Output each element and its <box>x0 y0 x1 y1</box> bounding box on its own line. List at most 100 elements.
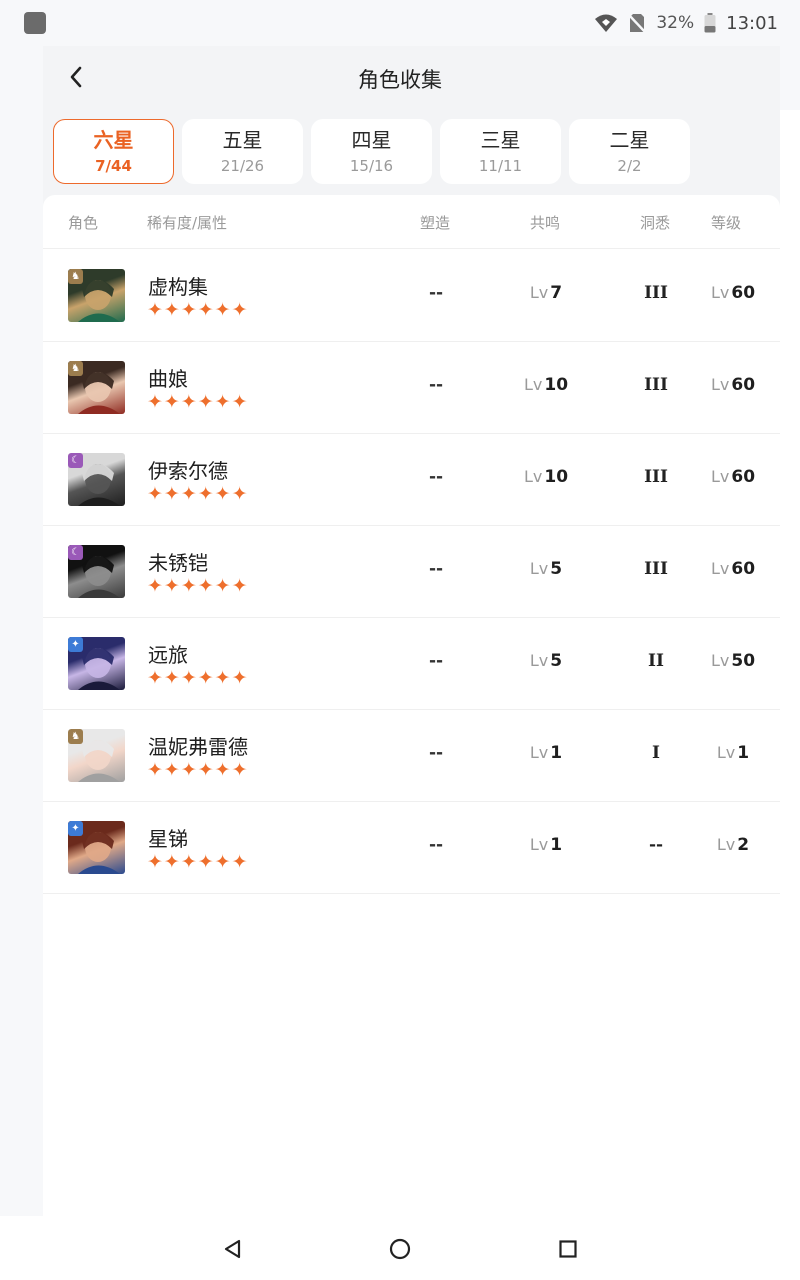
tab-five-star[interactable]: 五星 21/26 <box>182 119 303 184</box>
character-level: 2 <box>737 835 750 855</box>
status-bar: 32% 13:01 <box>0 0 800 46</box>
header-role: 角色 <box>68 214 99 232</box>
character-name: 伊索尔德 <box>148 459 228 483</box>
level-value: Lv 2 <box>693 835 773 855</box>
table-row[interactable]: ♞ 虚构集 ✦✦✦✦✦✦ -- Lv 7 III Lv 60 <box>43 250 780 342</box>
beast-icon: ♞ <box>68 269 83 284</box>
tab-label: 三星 <box>480 128 521 152</box>
table-row[interactable]: ♞ 温妮弗雷德 ✦✦✦✦✦✦ -- Lv 1 I Lv 1 <box>43 710 780 802</box>
level-value: Lv 60 <box>693 467 773 487</box>
resonance-value: Lv 7 <box>506 283 586 303</box>
resonance-level: 10 <box>544 375 569 395</box>
tab-count: 21/26 <box>220 157 265 175</box>
lv-prefix: Lv <box>523 467 543 486</box>
main-content: 角色收集 六星 7/44 五星 21/26 四星 15/16 三星 11/11 … <box>43 46 780 1216</box>
tab-label: 六星 <box>93 128 134 152</box>
tab-count: 2/2 <box>617 157 642 175</box>
app-notification-icon <box>24 12 46 34</box>
rarity-stars: ✦✦✦✦✦✦ <box>147 299 249 321</box>
insight-value: I <box>652 743 660 763</box>
insight-value: III <box>644 375 668 395</box>
insight-value: III <box>644 467 668 487</box>
insight-value: III <box>644 559 668 579</box>
mold-value: -- <box>428 283 444 303</box>
resonance-value: Lv 10 <box>506 375 586 395</box>
star-icon: ✦ <box>68 821 83 836</box>
header-level: 等级 <box>711 214 742 232</box>
rarity-tabs: 六星 7/44 五星 21/26 四星 15/16 三星 11/11 二星 2/… <box>53 119 690 184</box>
lv-prefix: Lv <box>710 559 730 578</box>
resonance-level: 5 <box>550 651 563 671</box>
resonance-level: 1 <box>550 743 563 763</box>
tab-three-star[interactable]: 三星 11/11 <box>440 119 561 184</box>
battery-icon <box>704 13 716 33</box>
header-resonance: 共鸣 <box>530 214 561 232</box>
mold-value: -- <box>428 467 444 487</box>
insight-value: II <box>648 651 664 671</box>
character-avatar: ☾ <box>68 453 125 506</box>
mold-value: -- <box>428 651 444 671</box>
table-row[interactable]: ☾ 伊索尔德 ✦✦✦✦✦✦ -- Lv 10 III Lv 60 <box>43 434 780 526</box>
beast-icon: ♞ <box>68 361 83 376</box>
character-name: 温妮弗雷德 <box>148 735 248 759</box>
lv-prefix: Lv <box>529 651 549 670</box>
resonance-value: Lv 1 <box>506 743 586 763</box>
tab-four-star[interactable]: 四星 15/16 <box>311 119 432 184</box>
page-title: 角色收集 <box>358 68 442 92</box>
insight-value: III <box>644 283 668 303</box>
header-insight: 洞悉 <box>640 214 671 232</box>
resonance-value: Lv 5 <box>506 559 586 579</box>
lv-prefix: Lv <box>710 467 730 486</box>
character-level: 50 <box>731 651 756 671</box>
table-row[interactable]: ✦ 远旅 ✦✦✦✦✦✦ -- Lv 5 II Lv 50 <box>43 618 780 710</box>
side-strip <box>780 110 800 1216</box>
tab-label: 四星 <box>351 128 392 152</box>
nav-back-button[interactable] <box>220 1236 246 1262</box>
nav-home-button[interactable] <box>387 1236 413 1262</box>
insight-value: -- <box>648 835 664 855</box>
header-rarity: 稀有度/属性 <box>147 214 228 232</box>
resonance-value: Lv 5 <box>506 651 586 671</box>
resonance-level: 10 <box>544 467 569 487</box>
tab-two-star[interactable]: 二星 2/2 <box>569 119 690 184</box>
lv-prefix: Lv <box>529 283 549 302</box>
resonance-value: Lv 1 <box>506 835 586 855</box>
character-name: 未锈铠 <box>148 551 208 575</box>
title-bar: 角色收集 <box>43 46 780 110</box>
resonance-value: Lv 10 <box>506 467 586 487</box>
character-level: 60 <box>731 467 756 487</box>
lv-prefix: Lv <box>529 743 549 762</box>
system-nav-bar <box>0 1216 800 1280</box>
nav-recents-button[interactable] <box>555 1236 581 1262</box>
character-name: 星锑 <box>148 827 188 851</box>
table-row[interactable]: ♞ 曲娘 ✦✦✦✦✦✦ -- Lv 10 III Lv 60 <box>43 342 780 434</box>
lv-prefix: Lv <box>710 375 730 394</box>
level-value: Lv 50 <box>693 651 773 671</box>
character-level: 60 <box>731 375 756 395</box>
spirit-icon: ☾ <box>68 453 83 468</box>
mold-value: -- <box>428 375 444 395</box>
rarity-stars: ✦✦✦✦✦✦ <box>147 667 249 689</box>
tab-count: 7/44 <box>95 157 132 175</box>
star-icon: ✦ <box>68 637 83 652</box>
tab-count: 11/11 <box>478 157 523 175</box>
rarity-stars: ✦✦✦✦✦✦ <box>147 575 249 597</box>
character-avatar: ♞ <box>68 729 125 782</box>
resonance-level: 5 <box>550 559 563 579</box>
level-value: Lv 60 <box>693 559 773 579</box>
mold-value: -- <box>428 835 444 855</box>
character-level: 1 <box>737 743 750 763</box>
character-name: 曲娘 <box>148 367 188 391</box>
character-avatar: ✦ <box>68 637 125 690</box>
table-row[interactable]: ☾ 未锈铠 ✦✦✦✦✦✦ -- Lv 5 III Lv 60 <box>43 526 780 618</box>
character-avatar: ✦ <box>68 821 125 874</box>
mold-value: -- <box>428 559 444 579</box>
beast-icon: ♞ <box>68 729 83 744</box>
tab-label: 五星 <box>222 128 263 152</box>
mold-value: -- <box>428 743 444 763</box>
tab-six-star[interactable]: 六星 7/44 <box>53 119 174 184</box>
spirit-icon: ☾ <box>68 545 83 560</box>
table-row[interactable]: ✦ 星锑 ✦✦✦✦✦✦ -- Lv 1 -- Lv 2 <box>43 802 780 894</box>
resonance-level: 7 <box>550 283 563 303</box>
resonance-level: 1 <box>550 835 563 855</box>
